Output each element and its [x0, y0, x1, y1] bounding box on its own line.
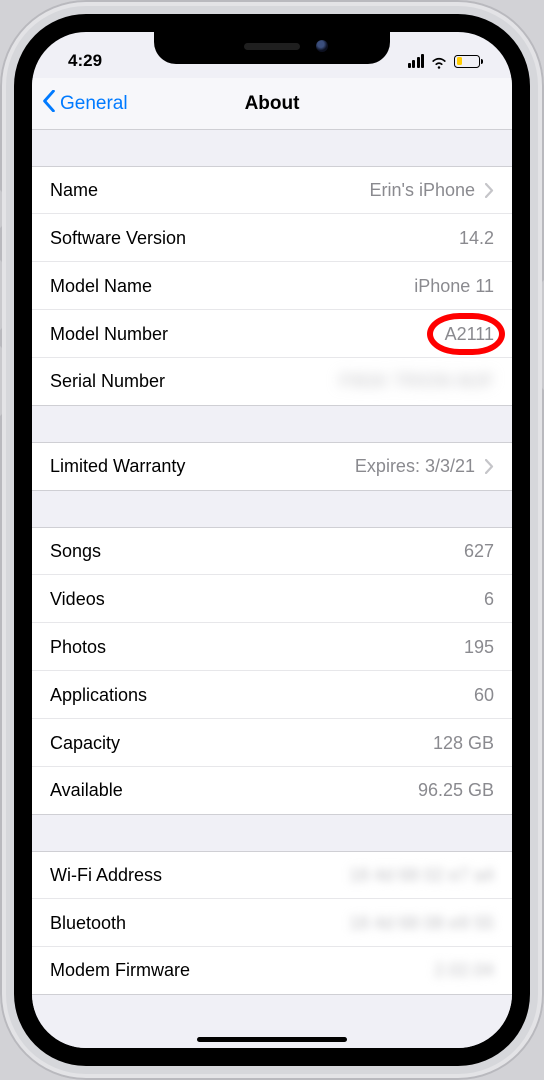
row-value: 18 4d 68 02 e7 a4 [349, 865, 494, 886]
navigation-bar: General About [32, 78, 512, 130]
battery-icon [454, 55, 480, 68]
row-photos[interactable]: Photos 195 [32, 623, 512, 671]
row-value: 128 GB [433, 733, 494, 754]
row-wifi-address[interactable]: Wi-Fi Address 18 4d 68 02 e7 a4 [32, 851, 512, 899]
row-value: 6 [484, 589, 494, 610]
row-capacity[interactable]: Capacity 128 GB [32, 719, 512, 767]
row-value: 627 [464, 541, 494, 562]
row-label: Available [50, 780, 123, 801]
row-label: Name [50, 180, 98, 201]
row-bluetooth[interactable]: Bluetooth 18 4d 68 08 e9 55 [32, 899, 512, 947]
row-value: Erin's iPhone [370, 180, 476, 201]
row-videos[interactable]: Videos 6 [32, 575, 512, 623]
chevron-right-icon [485, 459, 494, 474]
row-label: Capacity [50, 733, 120, 754]
row-applications[interactable]: Applications 60 [32, 671, 512, 719]
row-label: Songs [50, 541, 101, 562]
section-network: Wi-Fi Address 18 4d 68 02 e7 a4 Bluetoot… [32, 851, 512, 995]
volume-up-button [0, 260, 2, 330]
row-value: 195 [464, 637, 494, 658]
row-value: 60 [474, 685, 494, 706]
mute-switch [0, 190, 2, 228]
row-label: Model Name [50, 276, 152, 297]
chevron-right-icon [485, 183, 494, 198]
row-available[interactable]: Available 96.25 GB [32, 767, 512, 815]
row-label: Bluetooth [50, 913, 126, 934]
row-label: Wi-Fi Address [50, 865, 162, 886]
row-software-version[interactable]: Software Version 14.2 [32, 214, 512, 262]
volume-down-button [0, 346, 2, 416]
row-label: Modem Firmware [50, 960, 190, 981]
back-label: General [60, 93, 128, 115]
row-value: Expires: 3/3/21 [355, 456, 475, 477]
back-button[interactable]: General [42, 90, 128, 118]
row-label: Software Version [50, 228, 186, 249]
section-device-info: Name Erin's iPhone Software Version 14.2… [32, 166, 512, 406]
row-value: A2111 [445, 324, 494, 345]
row-serial-number[interactable]: Serial Number F9GK TRION MJF [32, 358, 512, 406]
status-bar: 4:29 [32, 32, 512, 78]
wifi-icon [430, 54, 448, 68]
row-value: F9GK TRION MJF [339, 371, 494, 392]
section-warranty: Limited Warranty Expires: 3/3/21 [32, 442, 512, 491]
row-model-number[interactable]: Model Number A2111 [32, 310, 512, 358]
about-content[interactable]: Name Erin's iPhone Software Version 14.2… [32, 130, 512, 1048]
row-value: 18 4d 68 08 e9 55 [349, 913, 494, 934]
screen: 4:29 [32, 32, 512, 1048]
section-storage: Songs 627 Videos 6 Photos 195 Applicatio… [32, 527, 512, 815]
status-time: 4:29 [60, 51, 140, 71]
row-value: iPhone 11 [414, 276, 494, 297]
row-value: 2.02.04 [434, 960, 494, 981]
phone-frame: 4:29 [0, 0, 544, 1080]
home-indicator[interactable] [197, 1037, 347, 1042]
row-label: Model Number [50, 324, 168, 345]
row-label: Videos [50, 589, 105, 610]
chevron-left-icon [42, 90, 56, 118]
row-modem-firmware[interactable]: Modem Firmware 2.02.04 [32, 947, 512, 995]
page-title: About [245, 93, 300, 115]
row-model-name[interactable]: Model Name iPhone 11 [32, 262, 512, 310]
phone-bezel: 4:29 [14, 14, 530, 1066]
row-limited-warranty[interactable]: Limited Warranty Expires: 3/3/21 [32, 442, 512, 491]
row-name[interactable]: Name Erin's iPhone [32, 166, 512, 214]
cellular-icon [408, 54, 425, 68]
row-label: Serial Number [50, 371, 165, 392]
row-songs[interactable]: Songs 627 [32, 527, 512, 575]
row-label: Limited Warranty [50, 456, 185, 477]
row-label: Applications [50, 685, 147, 706]
status-indicators [404, 54, 484, 68]
row-label: Photos [50, 637, 106, 658]
row-value: 96.25 GB [418, 780, 494, 801]
row-value: 14.2 [459, 228, 494, 249]
